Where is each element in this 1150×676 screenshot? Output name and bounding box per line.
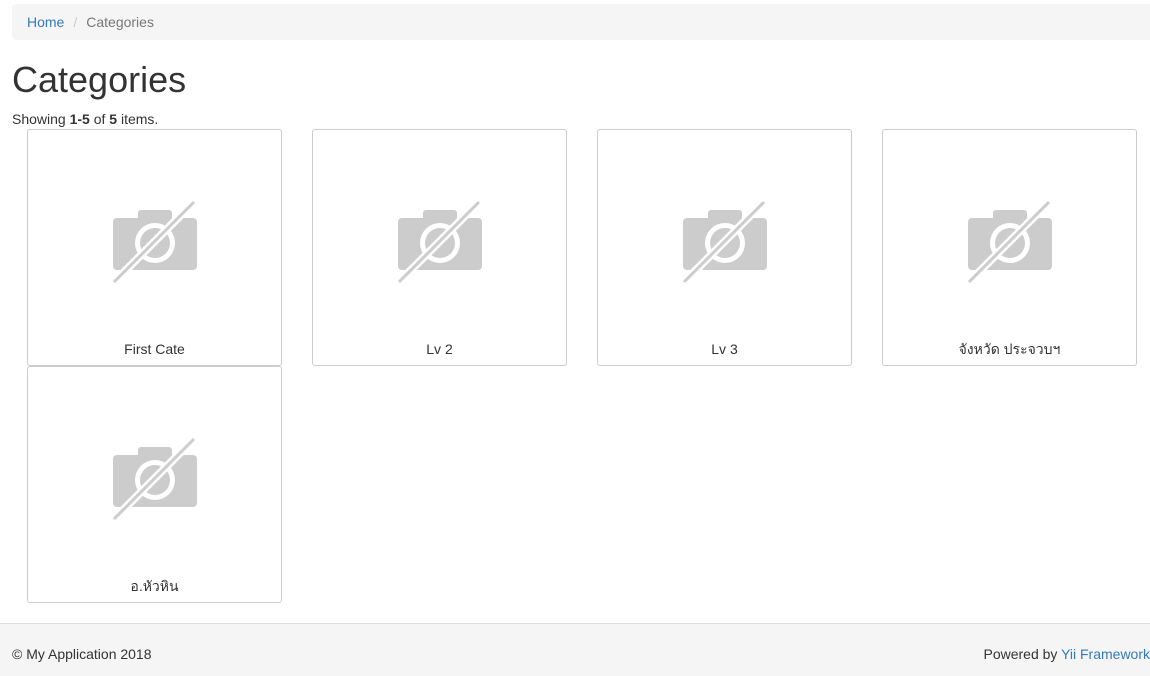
category-label: First Cate (124, 341, 185, 357)
pagination-summary: Showing 1-5 of 5 items. (12, 111, 158, 127)
no-photo-icon (681, 200, 767, 285)
footer-copyright: © My Application 2018 (12, 646, 152, 662)
footer: © My Application 2018 Powered by Yii Fra… (0, 623, 1150, 676)
category-card[interactable]: จังหวัด ประจวบฯ (882, 129, 1137, 366)
breadcrumb-separator: / (73, 14, 78, 30)
category-label: จังหวัด ประจวบฯ (958, 341, 1061, 357)
page-title: Categories (12, 59, 187, 100)
category-label: Lv 2 (426, 341, 453, 357)
footer-powered-by: Powered by Yii Framework (983, 646, 1150, 662)
no-photo-icon (111, 200, 197, 285)
breadcrumb: Home / Categories (12, 4, 1150, 40)
summary-range: 1-5 (69, 111, 90, 127)
category-label: อ.หัวหิน (130, 578, 179, 594)
footer-powered-prefix: Powered by (983, 646, 1062, 662)
category-label: Lv 3 (711, 341, 738, 357)
category-card[interactable]: First Cate (27, 129, 282, 366)
breadcrumb-current: Categories (86, 14, 154, 30)
summary-total: 5 (109, 111, 118, 127)
summary-of: of (89, 111, 110, 127)
no-photo-icon (966, 200, 1052, 285)
yii-framework-link[interactable]: Yii Framework (1061, 646, 1150, 662)
summary-prefix: Showing (12, 111, 70, 127)
summary-suffix: items. (117, 111, 159, 127)
category-card[interactable]: Lv 2 (312, 129, 567, 366)
category-card[interactable]: Lv 3 (597, 129, 852, 366)
no-photo-icon (111, 437, 197, 522)
no-photo-icon (396, 200, 482, 285)
category-card[interactable]: อ.หัวหิน (27, 366, 282, 603)
breadcrumb-home-link[interactable]: Home (27, 14, 64, 30)
